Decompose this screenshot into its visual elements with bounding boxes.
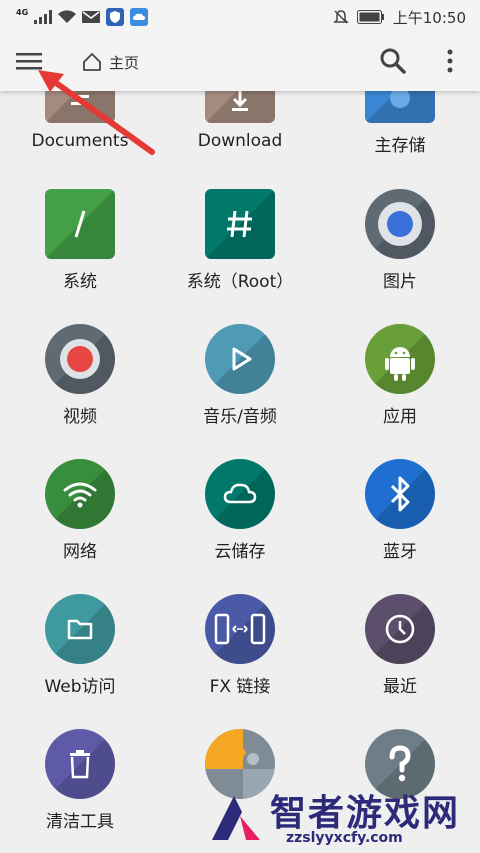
android-icon [365, 324, 435, 394]
folder-icon [45, 594, 115, 664]
more-vert-icon [447, 49, 453, 73]
grid-item-label: Web访问 [44, 677, 116, 697]
battery-icon [356, 10, 384, 24]
grid-item-label: Download [197, 131, 283, 151]
play-icon [205, 324, 275, 394]
grid-item-apps[interactable]: 应用 [325, 324, 475, 444]
mute-icon [332, 10, 349, 24]
grid-item-label: 系统（Root） [186, 272, 294, 292]
wifi-icon [45, 459, 115, 529]
site-watermark: 智者游戏网 zzslyyxcfy.com [198, 776, 480, 853]
grid-item-main-storage[interactable]: 主存储 [325, 91, 475, 173]
signal-icon [34, 10, 53, 24]
cloud-icon [130, 8, 149, 26]
grid-item-label: FX 链接 [209, 677, 271, 697]
grid-item-download[interactable]: Download [165, 91, 315, 173]
grid-item-fx-link[interactable]: FX 链接 [165, 594, 315, 714]
grid-item-bluetooth[interactable]: 蓝牙 [325, 459, 475, 579]
annotation-arrow [38, 70, 155, 155]
link-icon [205, 594, 275, 664]
grid-item-label: 图片 [383, 272, 417, 292]
grid-item-system[interactable]: 系统 [5, 189, 155, 309]
watermark-logo [212, 796, 260, 840]
shield-icon [106, 8, 125, 26]
grid-item-label: 主存储 [374, 136, 426, 156]
slash-icon [45, 189, 115, 259]
grid-item-network[interactable]: 网络 [5, 459, 155, 579]
grid-item-label: 音乐/音频 [203, 407, 277, 427]
mail-icon [82, 11, 101, 23]
status-time: 上午10:50 [392, 8, 466, 27]
clock-icon [365, 594, 435, 664]
grid-item-label: 系统 [63, 272, 97, 292]
watermark-url: zzslyyxcfy.com [286, 830, 403, 846]
search-button[interactable] [378, 46, 408, 76]
grid-item-recent[interactable]: 最近 [325, 594, 475, 714]
grid-item-music-audio[interactable]: 音乐/音频 [165, 324, 315, 444]
download-icon [205, 91, 275, 123]
grid-item-label: 网络 [63, 542, 97, 562]
storage-icon [365, 91, 435, 123]
status-right: 上午10:50 [332, 6, 466, 28]
grid-item-cleaner[interactable]: 清洁工具 [5, 729, 155, 849]
trash-icon [45, 729, 115, 799]
wifi-icon [58, 10, 77, 23]
grid-item-label: 蓝牙 [383, 542, 417, 562]
image-icon [365, 189, 435, 259]
network-type: 4G [16, 7, 29, 17]
cloud-icon [205, 459, 275, 529]
grid-item-label: 视频 [63, 407, 97, 427]
grid-item-cloud-storage[interactable]: 云储存 [165, 459, 315, 579]
grid-item-label: 最近 [383, 677, 417, 697]
video-icon [45, 324, 115, 394]
status-bar: 4G 上午10:50 [0, 0, 480, 33]
search-icon [380, 48, 406, 74]
grid-item-label: 云储存 [214, 542, 266, 562]
hash-icon [205, 189, 275, 259]
location-grid: Documents Download 主存储 系统 系统（Root） 图片 视频… [0, 91, 480, 853]
grid-item-video[interactable]: 视频 [5, 324, 155, 444]
grid-item-label: 清洁工具 [46, 812, 114, 832]
watermark-title: 智者游戏网 [270, 793, 461, 834]
grid-item-label: 应用 [383, 407, 417, 427]
grid-item-images[interactable]: 图片 [325, 189, 475, 309]
bluetooth-icon [365, 459, 435, 529]
more-options-button[interactable] [440, 46, 460, 76]
grid-item-web-access[interactable]: Web访问 [5, 594, 155, 714]
grid-item-system-root[interactable]: 系统（Root） [165, 189, 315, 309]
status-left: 4G [16, 6, 149, 28]
